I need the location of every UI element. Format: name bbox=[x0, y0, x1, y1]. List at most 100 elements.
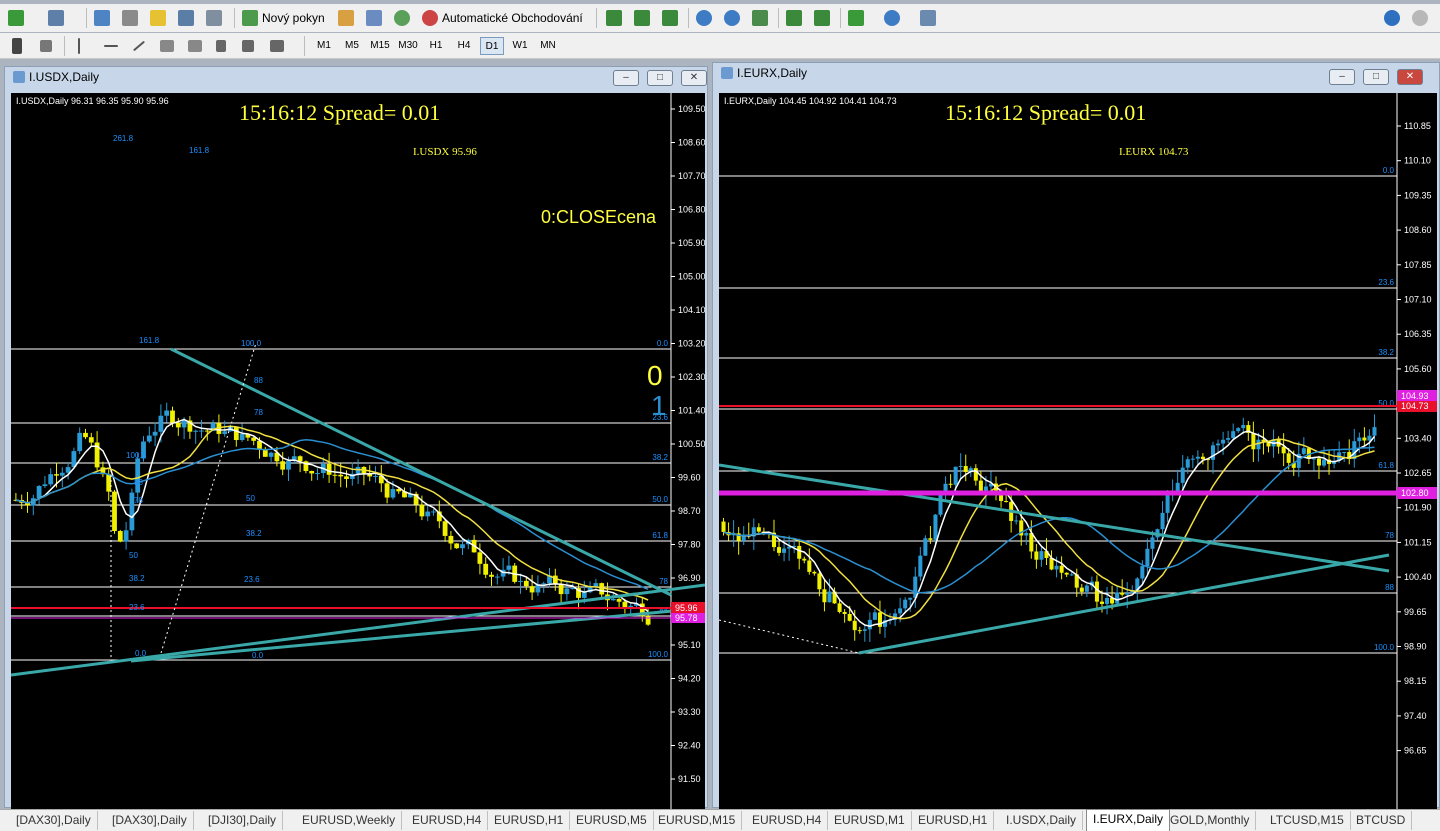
price-label: 106.80 bbox=[678, 205, 705, 215]
timeframe-w1[interactable]: W1 bbox=[508, 37, 532, 55]
chat-icon[interactable] bbox=[1412, 8, 1428, 28]
profiles-icon[interactable] bbox=[48, 8, 64, 28]
close-button[interactable]: ✕ bbox=[1397, 69, 1423, 85]
trendline bbox=[11, 583, 705, 677]
candle-body bbox=[918, 555, 923, 577]
candle-body bbox=[419, 504, 425, 517]
periods-icon[interactable] bbox=[884, 8, 900, 28]
arrows-icon[interactable] bbox=[270, 36, 284, 56]
signals-icon[interactable] bbox=[366, 8, 382, 28]
chart-tab[interactable]: I.USDX,Daily bbox=[1000, 811, 1084, 830]
timeframe-mn[interactable]: MN bbox=[536, 37, 560, 55]
chart-tab[interactable]: EURUSD,Weekly bbox=[296, 811, 403, 830]
chart-shift-icon[interactable] bbox=[814, 8, 830, 28]
candle-body bbox=[898, 608, 903, 614]
fib-level-label: 38.2 bbox=[1378, 348, 1394, 357]
trendline-icon[interactable] bbox=[132, 36, 146, 56]
text-icon[interactable] bbox=[216, 36, 226, 56]
zoom-out-icon[interactable] bbox=[724, 8, 740, 28]
chart-window-eurx[interactable]: I.EURX,Daily – □ ✕ 110.85 110.10 109.35 108… bbox=[712, 62, 1440, 809]
chart-tab[interactable]: EURUSD,M1 bbox=[828, 811, 912, 830]
new-chart-icon[interactable] bbox=[8, 8, 24, 28]
templates-icon[interactable] bbox=[920, 8, 936, 28]
timeframe-h4[interactable]: H4 bbox=[452, 37, 476, 55]
minimize-button[interactable]: – bbox=[1329, 69, 1355, 85]
candle-body bbox=[158, 415, 164, 432]
candle-body bbox=[903, 599, 908, 609]
fib-mid-label: 50 bbox=[246, 494, 255, 503]
candle-body bbox=[1226, 438, 1231, 440]
timeframe-h1[interactable]: H1 bbox=[424, 37, 448, 55]
candle-body bbox=[518, 580, 523, 582]
line-chart-icon[interactable] bbox=[662, 8, 678, 28]
bar-chart-icon[interactable] bbox=[606, 8, 622, 28]
timeframe-m5[interactable]: M5 bbox=[340, 37, 364, 55]
auto-trading-button[interactable]: Automatické Obchodování bbox=[422, 8, 583, 28]
search-icon[interactable] bbox=[1384, 8, 1400, 28]
timeframe-m30[interactable]: M30 bbox=[396, 37, 420, 55]
timeframe-d1[interactable]: D1 bbox=[480, 37, 504, 55]
candle-body bbox=[1039, 551, 1044, 560]
candle-body bbox=[181, 420, 187, 428]
expert-icon[interactable] bbox=[338, 8, 354, 28]
candle-body bbox=[822, 589, 827, 603]
candle-body bbox=[948, 483, 953, 485]
ma-long-line bbox=[723, 446, 1375, 594]
candle-body bbox=[1342, 452, 1347, 454]
data-window-icon[interactable] bbox=[122, 8, 138, 28]
candle-body bbox=[1125, 593, 1130, 595]
chart-tab[interactable]: EURUSD,M15 bbox=[652, 811, 743, 830]
chart-tab[interactable]: [DAX30],Daily bbox=[106, 811, 194, 830]
chart-tab[interactable]: EURUSD,H4 bbox=[746, 811, 829, 830]
price-chart[interactable]: 110.85 110.10 109.35 108.60 107.85 107.10 106.… bbox=[719, 93, 1437, 809]
ma-slow-line bbox=[15, 425, 649, 601]
fib-mid-label: 88 bbox=[254, 376, 263, 385]
chart-tab[interactable]: EURUSD,H1 bbox=[488, 811, 571, 830]
maximize-button[interactable]: □ bbox=[647, 70, 673, 86]
chart-tab[interactable]: LTCUSD,M15 bbox=[1264, 811, 1351, 830]
indicators-icon[interactable] bbox=[848, 8, 864, 28]
candle-body bbox=[1301, 448, 1306, 454]
chart-tab[interactable]: [DJI30],Daily bbox=[202, 811, 284, 830]
candle-body bbox=[390, 489, 396, 498]
zoom-in-icon[interactable] bbox=[696, 8, 712, 28]
minimize-button[interactable]: – bbox=[613, 70, 639, 86]
chart-tab[interactable]: GOLD,Monthly bbox=[1164, 811, 1257, 830]
chart-tab[interactable]: I.EURX,Daily bbox=[1086, 809, 1171, 831]
market-watch-icon[interactable] bbox=[94, 8, 110, 28]
price-label: 105.90 bbox=[678, 238, 705, 248]
vertical-line-icon[interactable] bbox=[78, 36, 80, 56]
crosshair-icon[interactable] bbox=[40, 36, 52, 56]
candle-body bbox=[112, 491, 117, 532]
chart-window-usdx[interactable]: I.USDX,Daily – □ ✕ 109.50 108.60 107.70 106… bbox=[4, 66, 708, 809]
candle-body bbox=[454, 543, 460, 549]
close-button[interactable]: ✕ bbox=[681, 70, 707, 86]
market-icon[interactable] bbox=[394, 8, 410, 28]
maximize-button[interactable]: □ bbox=[1363, 69, 1389, 85]
navigator-icon[interactable] bbox=[150, 8, 166, 28]
candle-body bbox=[1145, 548, 1150, 567]
new-order-button[interactable]: Nový pokyn bbox=[242, 8, 325, 28]
timeframe-m1[interactable]: M1 bbox=[312, 37, 336, 55]
chart-tab[interactable]: EURUSD,H1 bbox=[912, 811, 995, 830]
autoscroll-icon[interactable] bbox=[786, 8, 802, 28]
chart-tab[interactable]: BTCUSD bbox=[1350, 811, 1413, 830]
tile-windows-icon[interactable] bbox=[752, 8, 768, 28]
fibonacci-icon[interactable] bbox=[188, 36, 202, 56]
horizontal-line-icon[interactable] bbox=[104, 36, 118, 56]
cursor-icon[interactable] bbox=[12, 36, 22, 56]
timeframe-m15[interactable]: M15 bbox=[368, 37, 392, 55]
candle-body bbox=[83, 432, 88, 438]
candle-body bbox=[146, 435, 152, 442]
chart-tab[interactable]: EURUSD,M5 bbox=[570, 811, 654, 830]
strategy-tester-icon[interactable] bbox=[206, 8, 222, 28]
chart-tab[interactable]: EURUSD,H4 bbox=[406, 811, 489, 830]
symbol-price-label: I.EURX 104.73 bbox=[1119, 146, 1189, 158]
channel-icon[interactable] bbox=[160, 36, 174, 56]
price-chart[interactable]: 109.50 108.60 107.70 106.80 105.90 105.00 104.… bbox=[11, 93, 705, 809]
terminal-icon[interactable] bbox=[178, 8, 194, 28]
candle-body bbox=[286, 460, 291, 470]
text-label-icon[interactable] bbox=[242, 36, 254, 56]
chart-tab[interactable]: [DAX30],Daily bbox=[10, 811, 98, 830]
candlestick-icon[interactable] bbox=[634, 8, 650, 28]
